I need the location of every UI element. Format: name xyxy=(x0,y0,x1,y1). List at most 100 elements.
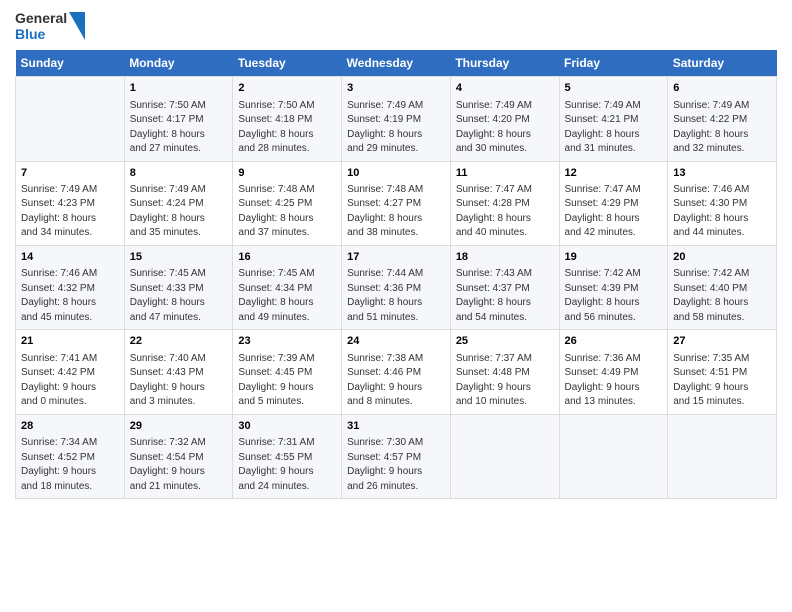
day-info: Sunrise: 7:43 AM Sunset: 4:37 PM Dayligh… xyxy=(456,267,554,325)
day-cell: 27 Sunrise: 7:35 AM Sunset: 4:51 PM Dayli… xyxy=(668,330,777,414)
week-row-3: 14 Sunrise: 7:46 AM Sunset: 4:32 PM Dayli… xyxy=(16,245,777,329)
day-info: Sunrise: 7:47 AM Sunset: 4:28 PM Dayligh… xyxy=(456,183,554,241)
day-cell: 7 Sunrise: 7:49 AM Sunset: 4:23 PM Daylig… xyxy=(16,161,125,245)
day-cell xyxy=(559,414,668,498)
week-row-5: 28 Sunrise: 7:34 AM Sunset: 4:52 PM Dayli… xyxy=(16,414,777,498)
day-cell: 3 Sunrise: 7:49 AM Sunset: 4:19 PM Daylig… xyxy=(342,77,451,161)
day-number: 28 xyxy=(21,419,119,434)
day-number: 26 xyxy=(565,334,663,349)
day-info: Sunrise: 7:45 AM Sunset: 4:33 PM Dayligh… xyxy=(130,267,228,325)
day-info: Sunrise: 7:50 AM Sunset: 4:18 PM Dayligh… xyxy=(238,99,336,157)
day-info: Sunrise: 7:46 AM Sunset: 4:30 PM Dayligh… xyxy=(673,183,771,241)
calendar-container: General Blue SundayMondayTuesdayWednesda… xyxy=(0,0,792,509)
day-cell: 14 Sunrise: 7:46 AM Sunset: 4:32 PM Dayli… xyxy=(16,245,125,329)
day-info: Sunrise: 7:36 AM Sunset: 4:49 PM Dayligh… xyxy=(565,352,663,410)
day-number: 21 xyxy=(21,334,119,349)
day-number: 11 xyxy=(456,166,554,181)
day-number: 19 xyxy=(565,250,663,265)
day-cell: 25Sunrise: 7:37 AM Sunset: 4:48 PM Dayli… xyxy=(450,330,559,414)
day-number: 20 xyxy=(673,250,771,265)
day-number: 29 xyxy=(130,419,228,434)
day-cell xyxy=(668,414,777,498)
day-info: Sunrise: 7:32 AM Sunset: 4:54 PM Dayligh… xyxy=(130,436,228,494)
day-info: Sunrise: 7:34 AM Sunset: 4:52 PM Dayligh… xyxy=(21,436,119,494)
day-number: 22 xyxy=(130,334,228,349)
day-cell: 9 Sunrise: 7:48 AM Sunset: 4:25 PM Daylig… xyxy=(233,161,342,245)
day-info: Sunrise: 7:49 AM Sunset: 4:19 PM Dayligh… xyxy=(347,99,445,157)
day-number: 10 xyxy=(347,166,445,181)
day-cell: 26 Sunrise: 7:36 AM Sunset: 4:49 PM Dayli… xyxy=(559,330,668,414)
day-number: 12 xyxy=(565,166,663,181)
day-info: Sunrise: 7:46 AM Sunset: 4:32 PM Dayligh… xyxy=(21,267,119,325)
week-row-2: 7 Sunrise: 7:49 AM Sunset: 4:23 PM Daylig… xyxy=(16,161,777,245)
weekday-header-thursday: Thursday xyxy=(450,50,559,77)
day-info: Sunrise: 7:48 AM Sunset: 4:27 PM Dayligh… xyxy=(347,183,445,241)
day-cell: 31 Sunrise: 7:30 AM Sunset: 4:57 PM Dayli… xyxy=(342,414,451,498)
weekday-header-wednesday: Wednesday xyxy=(342,50,451,77)
day-info: Sunrise: 7:45 AM Sunset: 4:34 PM Dayligh… xyxy=(238,267,336,325)
day-info: Sunrise: 7:49 AM Sunset: 4:24 PM Dayligh… xyxy=(130,183,228,241)
logo-chevron-icon xyxy=(69,12,85,40)
day-info: Sunrise: 7:40 AM Sunset: 4:43 PM Dayligh… xyxy=(130,352,228,410)
day-cell xyxy=(16,77,125,161)
day-info: Sunrise: 7:35 AM Sunset: 4:51 PM Dayligh… xyxy=(673,352,771,410)
day-cell: 16 Sunrise: 7:45 AM Sunset: 4:34 PM Dayli… xyxy=(233,245,342,329)
day-number: 31 xyxy=(347,419,445,434)
weekday-header-monday: Monday xyxy=(124,50,233,77)
day-cell: 15 Sunrise: 7:45 AM Sunset: 4:33 PM Dayli… xyxy=(124,245,233,329)
day-info: Sunrise: 7:41 AM Sunset: 4:42 PM Dayligh… xyxy=(21,352,119,410)
header: General Blue xyxy=(15,10,777,42)
day-info: Sunrise: 7:49 AM Sunset: 4:23 PM Dayligh… xyxy=(21,183,119,241)
day-cell xyxy=(450,414,559,498)
day-number: 16 xyxy=(238,250,336,265)
day-cell: 29 Sunrise: 7:32 AM Sunset: 4:54 PM Dayli… xyxy=(124,414,233,498)
week-row-1: 1Sunrise: 7:50 AM Sunset: 4:17 PM Daylig… xyxy=(16,77,777,161)
day-number: 27 xyxy=(673,334,771,349)
day-info: Sunrise: 7:30 AM Sunset: 4:57 PM Dayligh… xyxy=(347,436,445,494)
day-info: Sunrise: 7:48 AM Sunset: 4:25 PM Dayligh… xyxy=(238,183,336,241)
day-number: 23 xyxy=(238,334,336,349)
day-cell: 24Sunrise: 7:38 AM Sunset: 4:46 PM Dayli… xyxy=(342,330,451,414)
day-cell: 10 Sunrise: 7:48 AM Sunset: 4:27 PM Dayli… xyxy=(342,161,451,245)
day-cell: 18 Sunrise: 7:43 AM Sunset: 4:37 PM Dayli… xyxy=(450,245,559,329)
day-cell: 22 Sunrise: 7:40 AM Sunset: 4:43 PM Dayli… xyxy=(124,330,233,414)
day-cell: 4 Sunrise: 7:49 AM Sunset: 4:20 PM Daylig… xyxy=(450,77,559,161)
day-info: Sunrise: 7:38 AM Sunset: 4:46 PM Dayligh… xyxy=(347,352,445,410)
day-number: 9 xyxy=(238,166,336,181)
day-cell: 6 Sunrise: 7:49 AM Sunset: 4:22 PM Daylig… xyxy=(668,77,777,161)
day-number: 25 xyxy=(456,334,554,349)
day-cell: 20Sunrise: 7:42 AM Sunset: 4:40 PM Dayli… xyxy=(668,245,777,329)
weekday-header-friday: Friday xyxy=(559,50,668,77)
week-row-4: 21 Sunrise: 7:41 AM Sunset: 4:42 PM Dayli… xyxy=(16,330,777,414)
weekday-header-sunday: Sunday xyxy=(16,50,125,77)
day-cell: 13 Sunrise: 7:46 AM Sunset: 4:30 PM Dayli… xyxy=(668,161,777,245)
day-number: 14 xyxy=(21,250,119,265)
day-cell: 19 Sunrise: 7:42 AM Sunset: 4:39 PM Dayli… xyxy=(559,245,668,329)
day-cell: 5Sunrise: 7:49 AM Sunset: 4:21 PM Daylig… xyxy=(559,77,668,161)
logo-text-block: General Blue xyxy=(15,10,67,42)
day-cell: 30Sunrise: 7:31 AM Sunset: 4:55 PM Dayli… xyxy=(233,414,342,498)
day-info: Sunrise: 7:49 AM Sunset: 4:20 PM Dayligh… xyxy=(456,99,554,157)
day-number: 2 xyxy=(238,81,336,96)
logo: General Blue xyxy=(15,10,85,42)
logo-general-text: General xyxy=(15,10,67,26)
day-number: 3 xyxy=(347,81,445,96)
day-number: 6 xyxy=(673,81,771,96)
weekday-header-tuesday: Tuesday xyxy=(233,50,342,77)
day-cell: 12 Sunrise: 7:47 AM Sunset: 4:29 PM Dayli… xyxy=(559,161,668,245)
day-number: 4 xyxy=(456,81,554,96)
day-number: 18 xyxy=(456,250,554,265)
day-info: Sunrise: 7:42 AM Sunset: 4:39 PM Dayligh… xyxy=(565,267,663,325)
day-info: Sunrise: 7:47 AM Sunset: 4:29 PM Dayligh… xyxy=(565,183,663,241)
day-info: Sunrise: 7:49 AM Sunset: 4:22 PM Dayligh… xyxy=(673,99,771,157)
day-info: Sunrise: 7:50 AM Sunset: 4:17 PM Dayligh… xyxy=(130,99,228,157)
weekday-header-row: SundayMondayTuesdayWednesdayThursdayFrid… xyxy=(16,50,777,77)
day-cell: 11 Sunrise: 7:47 AM Sunset: 4:28 PM Dayli… xyxy=(450,161,559,245)
day-number: 8 xyxy=(130,166,228,181)
day-number: 13 xyxy=(673,166,771,181)
day-number: 15 xyxy=(130,250,228,265)
calendar-table: SundayMondayTuesdayWednesdayThursdayFrid… xyxy=(15,50,777,499)
day-number: 30 xyxy=(238,419,336,434)
day-cell: 8 Sunrise: 7:49 AM Sunset: 4:24 PM Daylig… xyxy=(124,161,233,245)
day-number: 7 xyxy=(21,166,119,181)
